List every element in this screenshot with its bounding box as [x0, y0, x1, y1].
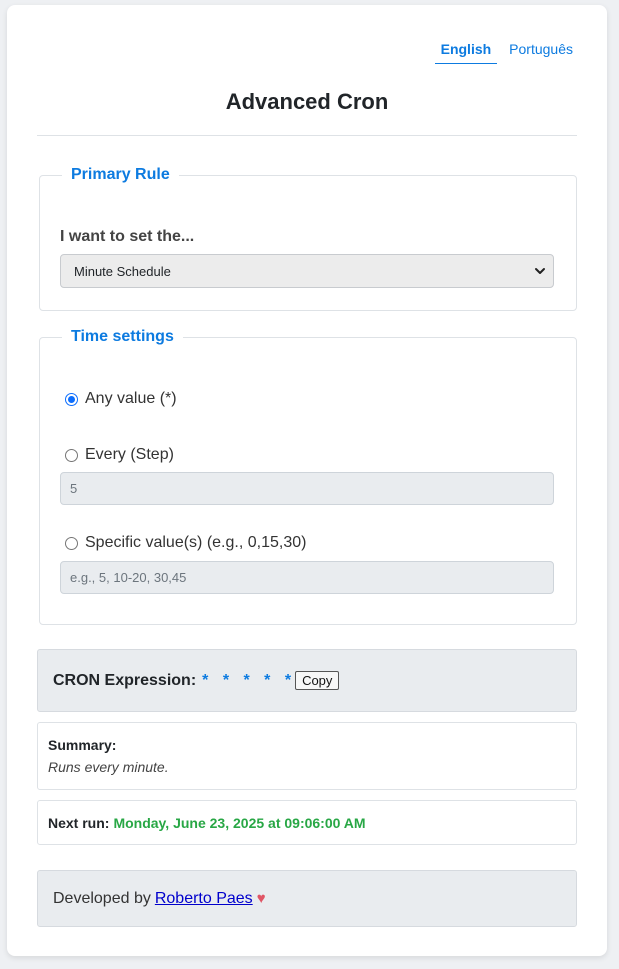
any-value-option[interactable]: Any value (*): [65, 390, 177, 408]
step-input-value: 5: [70, 481, 78, 496]
time-settings-fieldset: Time settings Any value (*) Every (Step)…: [39, 327, 577, 625]
primary-rule-fieldset: Primary Rule I want to set the... Minute…: [39, 165, 577, 311]
next-run-value: Monday, June 23, 2025 at 09:06:00 AM: [113, 814, 366, 831]
summary-text: Runs every minute.: [48, 759, 169, 775]
footer-prefix: Developed by: [53, 889, 151, 907]
step-option[interactable]: Every (Step): [65, 446, 174, 464]
schedule-type-label: I want to set the...: [60, 228, 195, 245]
language-english-button[interactable]: English: [434, 41, 498, 64]
next-run-panel: Next run: Monday, June 23, 2025 at 09:06…: [37, 800, 577, 845]
primary-rule-legend: Primary Rule: [62, 165, 179, 185]
step-input[interactable]: 5: [60, 472, 554, 505]
specific-values-input[interactable]: e.g., 5, 10-20, 30,45: [60, 561, 554, 594]
step-radio[interactable]: [65, 448, 78, 462]
footer: Developed by Roberto Paes ♥: [37, 870, 577, 927]
summary-panel: Summary: Runs every minute.: [37, 722, 577, 790]
any-value-radio[interactable]: [65, 392, 78, 406]
cron-expression-label: CRON Expression:: [53, 671, 197, 689]
main-card: English Português Advanced Cron Primary …: [7, 5, 607, 956]
any-value-label: Any value (*): [85, 390, 177, 407]
title-divider: [37, 135, 577, 136]
next-run-label: Next run:: [48, 814, 110, 831]
step-label: Every (Step): [85, 446, 174, 463]
chevron-down-icon: [535, 268, 545, 274]
summary-label: Summary:: [48, 737, 117, 753]
schedule-type-selected-value: Minute Schedule: [74, 263, 171, 279]
specific-values-option[interactable]: Specific value(s) (e.g., 0,15,30): [65, 534, 306, 552]
cron-expression-value: * * * * *: [202, 671, 292, 689]
time-settings-legend: Time settings: [62, 327, 183, 347]
language-switcher: English Português: [434, 41, 579, 64]
heart-icon: ♥: [256, 890, 266, 907]
page-title: Advanced Cron: [225, 89, 389, 114]
specific-values-placeholder: e.g., 5, 10-20, 30,45: [70, 570, 187, 585]
specific-values-radio[interactable]: [65, 536, 78, 550]
schedule-type-select[interactable]: Minute Schedule: [60, 254, 554, 288]
language-portugues-button[interactable]: Português: [503, 41, 579, 64]
copy-button[interactable]: Copy: [295, 671, 340, 690]
specific-values-label: Specific value(s) (e.g., 0,15,30): [85, 534, 307, 551]
author-link[interactable]: Roberto Paes: [155, 890, 253, 908]
cron-expression-panel: CRON Expression: * * * * * Copy: [37, 649, 577, 712]
